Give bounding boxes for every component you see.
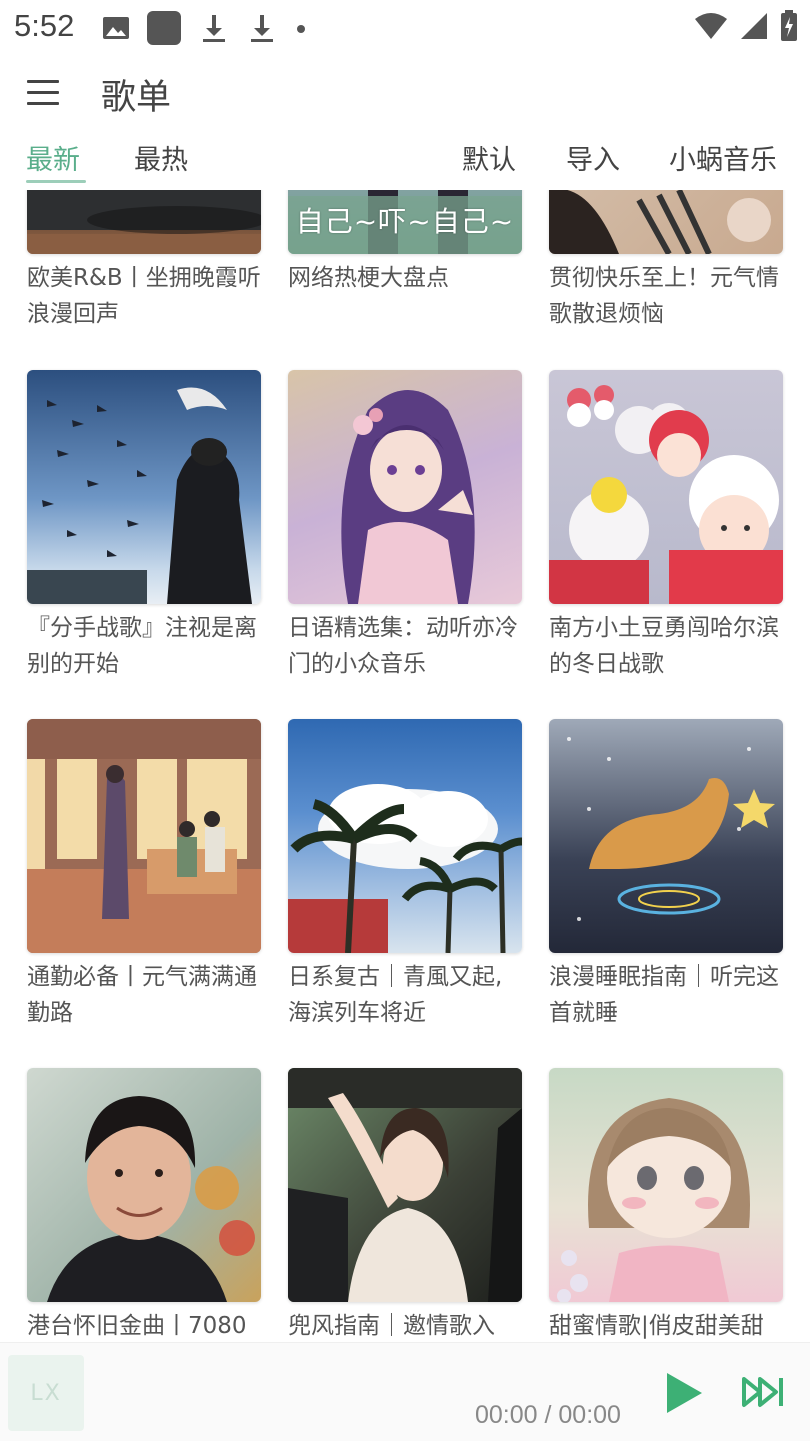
playlist-cover xyxy=(549,370,783,604)
playlist-cover xyxy=(27,190,261,254)
playback-time: 00:00 / 00:00 xyxy=(475,1401,621,1429)
tab-bar: 最新 最热 默认 导入 小蜗音乐 xyxy=(0,130,810,190)
dot-icon xyxy=(294,21,308,40)
playlist-cover xyxy=(288,719,522,953)
playlist-card[interactable]: 日语精选集：动听亦冷门的小众音乐 xyxy=(288,370,522,682)
play-icon xyxy=(667,1373,702,1413)
tab-source-xiaowo-music[interactable]: 小蜗音乐 xyxy=(669,138,777,177)
playlist-cover: 自己~吓~自己~ xyxy=(288,190,522,254)
player-bar: LX 00:00 / 00:00 xyxy=(0,1342,810,1441)
playlist-card[interactable]: 南方小土豆勇闯哈尔滨的冬日战歌 xyxy=(549,370,783,682)
tab-import[interactable]: 导入 xyxy=(566,138,620,177)
playlist-cover xyxy=(549,719,783,953)
status-time: 5:52 xyxy=(14,8,75,43)
playlist-title: 甜蜜情歌|俏皮甜美甜 xyxy=(549,1313,764,1339)
playlist-card[interactable]: 贯彻快乐至上！元气情歌散退烦恼 xyxy=(549,190,783,332)
playlist-title: 兜风指南｜邀情歌入 xyxy=(288,1313,495,1339)
cover-caption: 自己~吓~自己~ xyxy=(295,205,515,238)
playlist-title: 南方小土豆勇闯哈尔滨的冬日战歌 xyxy=(549,615,779,677)
playlist-card[interactable]: 日系复古｜青風又起,海滨列车将近 xyxy=(288,719,522,1031)
play-button[interactable] xyxy=(664,1371,704,1415)
tab-hottest[interactable]: 最热 xyxy=(134,138,188,177)
player-logo-text: LX xyxy=(30,1380,62,1406)
download-icon xyxy=(198,12,230,48)
notification-icons xyxy=(102,10,324,50)
playlist-card[interactable]: 自己~吓~自己~ 网络热梗大盘点 xyxy=(288,190,522,296)
playlist-cover xyxy=(549,190,783,254)
skip-next-icon xyxy=(742,1377,783,1407)
playlist-card[interactable]: 甜蜜情歌|俏皮甜美甜 xyxy=(549,1068,783,1342)
playlist-grid[interactable]: 欧美R&B丨坐拥晚霞听浪漫回声 自己~吓~自己~ 网络热梗大盘点 贯彻快乐至上！… xyxy=(0,190,810,1342)
app-header: 歌单 xyxy=(0,58,810,124)
playlist-title: 港台怀旧金曲丨7080 xyxy=(27,1313,247,1339)
playlist-cover xyxy=(549,1068,783,1302)
playlist-cover xyxy=(288,1068,522,1302)
playlist-title: 浪漫睡眠指南｜听完这首就睡 xyxy=(549,964,779,1026)
playlist-card[interactable]: 港台怀旧金曲丨7080 xyxy=(27,1068,261,1342)
playlist-title: 网络热梗大盘点 xyxy=(288,265,449,291)
signal-icon xyxy=(740,12,768,44)
status-bar: 5:52 xyxy=(0,0,810,58)
active-tab-indicator xyxy=(26,180,86,183)
playlist-cover xyxy=(288,370,522,604)
next-track-button[interactable] xyxy=(742,1376,786,1408)
wifi-icon xyxy=(694,12,728,44)
playlist-title: 通勤必备丨元气满满通勤路 xyxy=(27,964,257,1026)
page-title: 歌单 xyxy=(101,78,172,118)
playlist-card[interactable]: 浪漫睡眠指南｜听完这首就睡 xyxy=(549,719,783,1031)
playlist-cover xyxy=(27,719,261,953)
playlist-title: 贯彻快乐至上！元气情歌散退烦恼 xyxy=(549,265,779,327)
system-icons xyxy=(694,10,798,46)
download-icon xyxy=(246,12,278,48)
hamburger-menu-icon[interactable] xyxy=(27,80,59,106)
playlist-card[interactable]: 通勤必备丨元气满满通勤路 xyxy=(27,719,261,1031)
playlist-title: 『分手战歌』注视是离别的开始 xyxy=(27,615,257,677)
tab-latest[interactable]: 最新 xyxy=(26,138,80,177)
battery-charging-icon xyxy=(780,10,798,46)
playlist-title: 日语精选集：动听亦冷门的小众音乐 xyxy=(288,615,518,677)
playlist-cover xyxy=(27,370,261,604)
square-app-icon xyxy=(146,10,182,50)
player-album-art[interactable]: LX xyxy=(8,1355,84,1431)
playlist-title: 日系复古｜青風又起,海滨列车将近 xyxy=(288,964,503,1026)
playlist-card[interactable]: 兜风指南｜邀情歌入 xyxy=(288,1068,522,1342)
tab-default[interactable]: 默认 xyxy=(462,138,516,177)
image-icon xyxy=(102,14,130,46)
playlist-title: 欧美R&B丨坐拥晚霞听浪漫回声 xyxy=(27,265,261,327)
playlist-card[interactable]: 『分手战歌』注视是离别的开始 xyxy=(27,370,261,682)
playlist-cover xyxy=(27,1068,261,1302)
playlist-card[interactable]: 欧美R&B丨坐拥晚霞听浪漫回声 xyxy=(27,190,261,332)
